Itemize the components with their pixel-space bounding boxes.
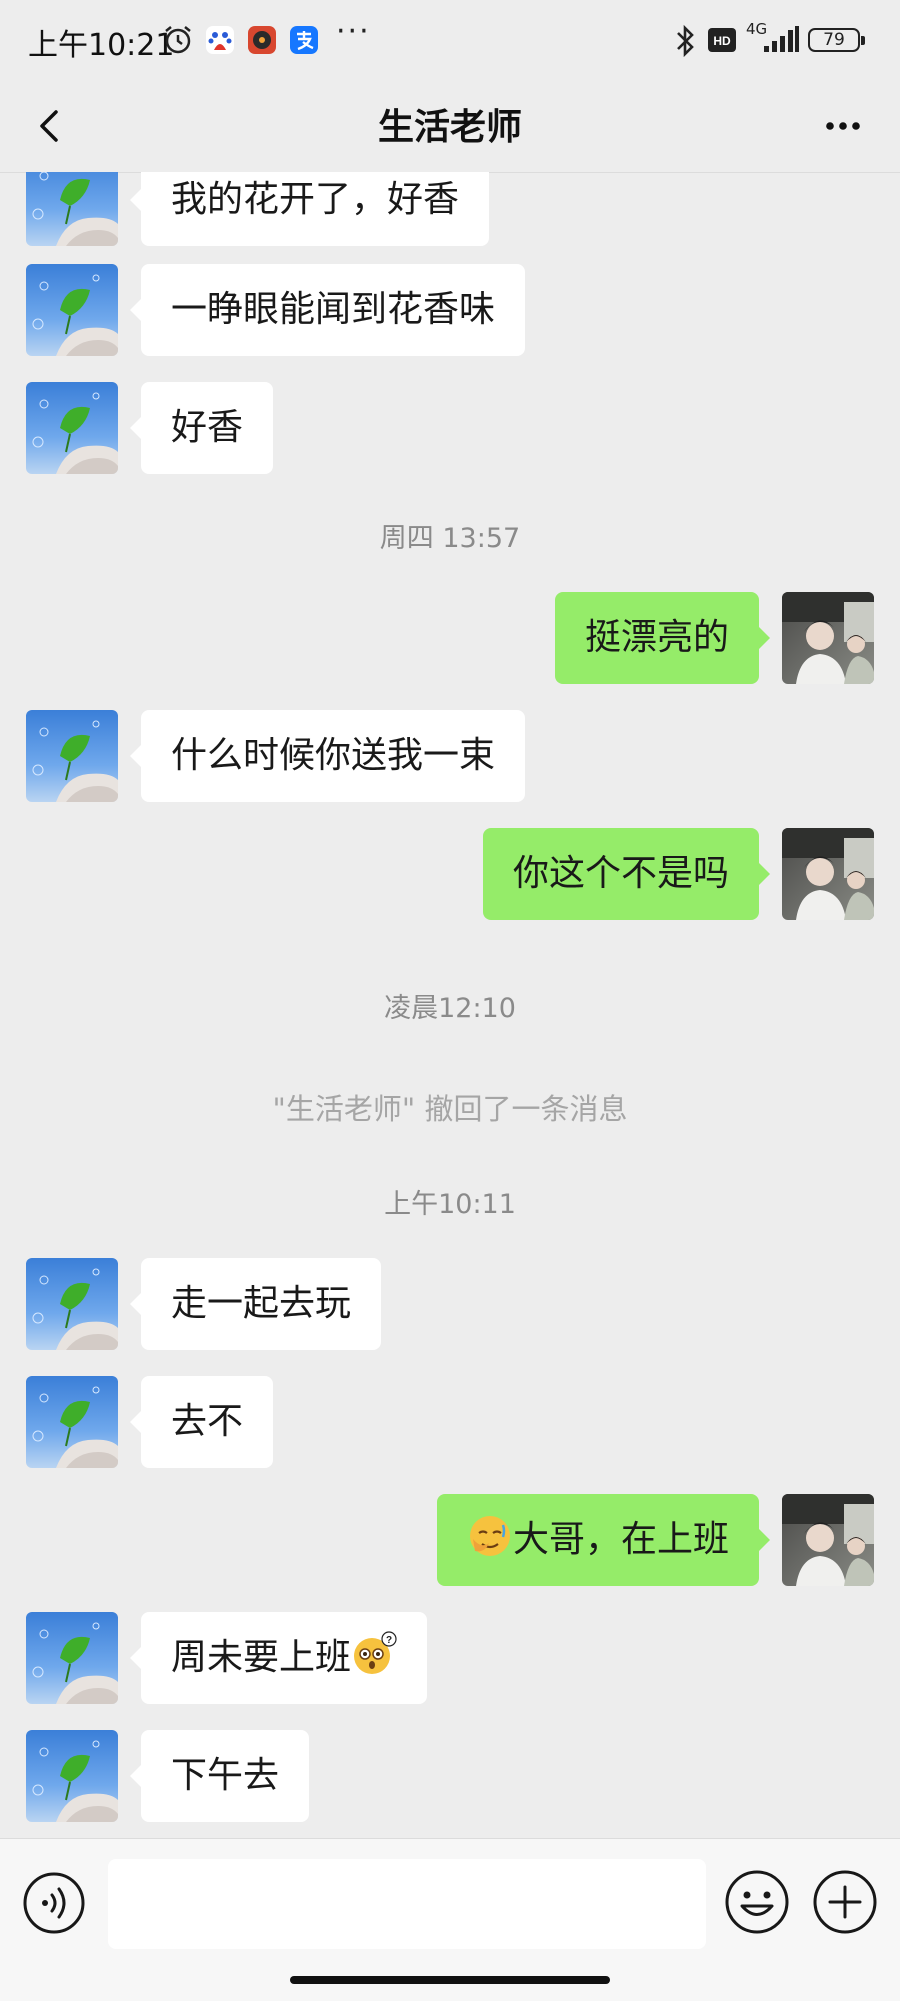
message-bubble[interactable]: 好香 — [129, 382, 274, 474]
battery-icon: 79 — [808, 28, 865, 52]
contact-avatar[interactable] — [26, 172, 118, 246]
more-options-button[interactable] — [808, 96, 878, 156]
message-bubble[interactable]: 走一起去玩 — [129, 1258, 382, 1350]
signal-icon — [764, 26, 799, 52]
message-bubble[interactable]: 挺漂亮的 — [554, 592, 771, 684]
status-bar: 上午10:21 ··· HD 4G 79 — [0, 0, 900, 80]
message-bubble[interactable]: 去不 — [129, 1376, 274, 1468]
contact-avatar[interactable] — [26, 710, 118, 802]
status-more-indicator: ··· — [336, 14, 371, 49]
user-avatar[interactable] — [782, 1494, 874, 1586]
message-bubble[interactable]: 大哥，在上班 — [436, 1494, 771, 1586]
emoji-button[interactable] — [724, 1869, 790, 1935]
message-text: 周未要上班 — [171, 1637, 352, 1678]
contact-avatar[interactable] — [26, 1258, 118, 1350]
plus-button[interactable] — [812, 1869, 878, 1935]
alipay-icon — [290, 26, 318, 54]
message-list[interactable]: 我的花开了，好香 一睁眼能闻到花香味 好香 周四 13:57 挺漂亮的 什么时候… — [0, 172, 900, 1838]
svg-text:HD: HD — [713, 34, 731, 48]
message-bubble[interactable]: 一睁眼能闻到花香味 — [129, 264, 526, 356]
contact-avatar[interactable] — [26, 382, 118, 474]
chat-title: 生活老师 — [377, 107, 522, 148]
message-input[interactable] — [108, 1859, 706, 1949]
timestamp: 周四 13:57 — [379, 523, 521, 554]
contact-avatar[interactable] — [26, 1612, 118, 1704]
contact-avatar[interactable] — [26, 1376, 118, 1468]
message-bubble[interactable]: 我的花开了，好香 — [129, 172, 490, 246]
home-indicator[interactable] — [290, 1976, 610, 1984]
message-bubble[interactable]: 什么时候你送我一束 — [129, 710, 526, 802]
facepalm-emoji-icon — [469, 1516, 510, 1556]
voice-button[interactable] — [22, 1871, 86, 1935]
user-avatar[interactable] — [782, 592, 874, 684]
user-avatar[interactable] — [782, 828, 874, 920]
music-app-icon — [248, 26, 276, 54]
timestamp: 凌晨12:10 — [384, 993, 516, 1024]
hd-icon: HD — [708, 28, 736, 52]
baidu-icon — [206, 26, 234, 54]
alarm-icon — [165, 26, 191, 54]
timestamp: 上午10:11 — [384, 1189, 516, 1220]
message-text: 大哥，在上班 — [512, 1519, 729, 1560]
confused-emoji-icon: ? — [354, 1631, 397, 1674]
contact-avatar[interactable] — [26, 1730, 118, 1822]
message-bubble[interactable]: 下午去 — [129, 1730, 310, 1822]
message-bubble[interactable]: 周未要上班 ? — [129, 1612, 428, 1704]
message-bubble[interactable]: 你这个不是吗 — [482, 828, 771, 920]
contact-avatar[interactable] — [26, 264, 118, 356]
status-time: 上午10:21 — [28, 28, 175, 63]
recall-notice: "生活老师" 撤回了一条消息 — [272, 1092, 628, 1126]
chat-header: 生活老师 — [0, 80, 900, 173]
svg-text:?: ? — [386, 1635, 392, 1646]
bluetooth-icon — [677, 24, 694, 58]
